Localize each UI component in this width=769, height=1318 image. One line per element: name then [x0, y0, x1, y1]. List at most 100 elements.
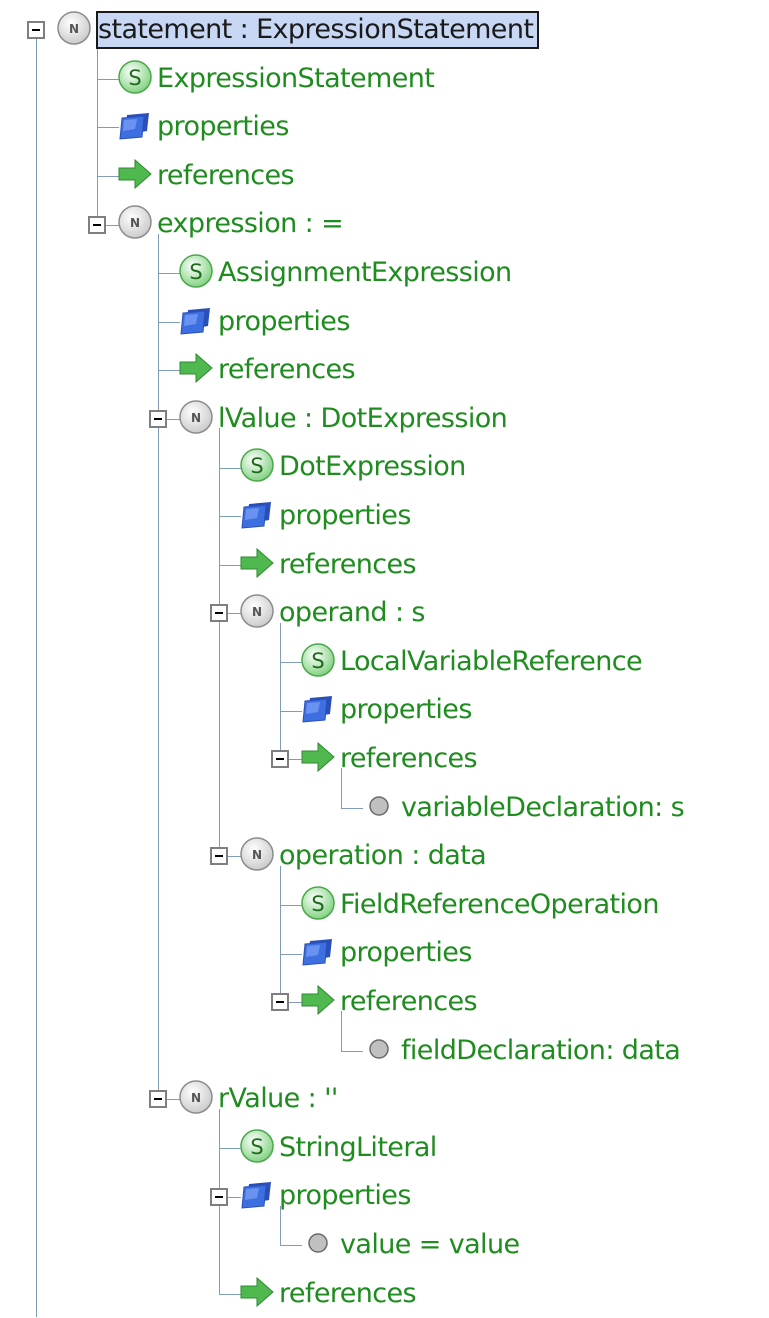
tree-row[interactable]: properties	[0, 298, 769, 346]
tree-row[interactable]: S FieldReferenceOperation	[0, 881, 769, 929]
tree-horizontal-connector	[280, 710, 302, 712]
tree-row[interactable]: references	[0, 541, 769, 589]
tree-label[interactable]: properties	[340, 935, 472, 971]
concept-icon: S	[300, 642, 336, 682]
tree-label[interactable]: properties	[279, 498, 411, 534]
concept-icon: S	[300, 885, 336, 925]
tree-label[interactable]: references	[157, 158, 295, 194]
tree-horizontal-connector	[219, 1293, 241, 1295]
tree-row[interactable]: variableDeclaration: s	[0, 784, 769, 832]
tree-row[interactable]: S ExpressionStatement	[0, 55, 769, 103]
tree-row[interactable]: S AssignmentExpression	[0, 249, 769, 297]
tree-row[interactable]: NlValue : DotExpression	[0, 395, 769, 443]
tree-label[interactable]: StringLiteral	[279, 1130, 437, 1166]
tree-horizontal-connector	[280, 905, 302, 907]
tree-row[interactable]: value = value	[0, 1221, 769, 1269]
tree-row[interactable]: properties	[0, 929, 769, 977]
tree-label[interactable]: lValue : DotExpression	[218, 401, 508, 437]
tree-row[interactable]: references	[0, 978, 769, 1026]
collapse-toggle[interactable]	[271, 993, 289, 1012]
tree-label[interactable]: AssignmentExpression	[218, 255, 512, 291]
tree-row[interactable]: Nstatement : ExpressionStatement	[0, 6, 769, 54]
tree-label[interactable]: references	[279, 1276, 417, 1312]
tree-label[interactable]: expression : =	[157, 206, 344, 242]
collapse-toggle[interactable]	[210, 847, 228, 866]
tree-label[interactable]: variableDeclaration: s	[401, 790, 685, 826]
tree-row[interactable]: references	[0, 346, 769, 394]
references-arrow-icon	[178, 350, 214, 390]
svg-text:N: N	[252, 605, 262, 619]
references-arrow-icon	[300, 982, 336, 1022]
tree-label[interactable]: properties	[218, 304, 350, 340]
tree-label[interactable]: rValue : ''	[218, 1081, 338, 1117]
tree-horizontal-connector	[97, 127, 119, 129]
tree-row[interactable]: S StringLiteral	[0, 1124, 769, 1172]
tree-label[interactable]: fieldDeclaration: data	[401, 1033, 681, 1069]
tree-row[interactable]: Noperation : data	[0, 832, 769, 880]
tree-row[interactable]: properties	[0, 103, 769, 151]
tree-horizontal-connector	[158, 370, 180, 372]
tree-label[interactable]: FieldReferenceOperation	[340, 887, 659, 923]
svg-text:N: N	[252, 848, 262, 862]
collapse-toggle[interactable]	[88, 215, 106, 234]
tree-view[interactable]: Nstatement : ExpressionStatement S Express…	[0, 0, 769, 1317]
tree-label[interactable]: DotExpression	[279, 449, 466, 485]
tree-horizontal-connector	[280, 1245, 302, 1247]
tree-label[interactable]: operation : data	[279, 838, 487, 874]
collapse-toggle[interactable]	[210, 1187, 228, 1206]
tree-row[interactable]: NrValue : ''	[0, 1075, 769, 1123]
tree-horizontal-connector	[280, 662, 302, 664]
tree-horizontal-connector	[219, 1148, 241, 1150]
tree-row[interactable]: properties	[0, 492, 769, 540]
tree-row[interactable]: references	[0, 735, 769, 783]
properties-icon	[300, 690, 336, 730]
tree-row[interactable]: Nexpression : =	[0, 200, 769, 248]
selected-tree-label[interactable]: statement : ExpressionStatement	[96, 11, 540, 49]
tree-label[interactable]: properties	[340, 692, 472, 728]
tree-horizontal-connector	[219, 467, 241, 469]
tree-row[interactable]: S DotExpression	[0, 443, 769, 491]
collapse-toggle[interactable]	[271, 750, 289, 769]
properties-icon	[239, 496, 275, 536]
svg-text:S: S	[311, 649, 324, 673]
references-arrow-icon	[300, 739, 336, 779]
bullet-icon	[361, 1031, 397, 1071]
concept-icon: S	[239, 447, 275, 487]
tree-horizontal-connector	[158, 321, 180, 323]
references-arrow-icon	[117, 156, 153, 196]
tree-horizontal-connector	[158, 273, 180, 275]
node-icon: N	[178, 1079, 214, 1119]
node-icon: N	[117, 204, 153, 244]
svg-text:S: S	[128, 66, 141, 90]
collapse-toggle[interactable]	[27, 21, 45, 40]
tree-row[interactable]: references	[0, 152, 769, 200]
tree-label[interactable]: properties	[279, 1178, 411, 1214]
tree-row[interactable]: properties	[0, 686, 769, 734]
tree-label[interactable]: operand : s	[279, 595, 426, 631]
svg-text:N: N	[191, 1091, 201, 1105]
tree-label[interactable]: properties	[157, 109, 289, 145]
collapse-toggle[interactable]	[210, 604, 228, 623]
concept-icon: S	[117, 59, 153, 99]
tree-label[interactable]: ExpressionStatement	[157, 61, 435, 97]
tree-label[interactable]: references	[340, 984, 478, 1020]
tree-row[interactable]: properties	[0, 1172, 769, 1220]
tree-label[interactable]: references	[279, 547, 417, 583]
collapse-toggle[interactable]	[149, 410, 167, 429]
tree-label[interactable]: LocalVariableReference	[340, 644, 643, 680]
tree-label[interactable]: references	[218, 352, 356, 388]
tree-row[interactable]: fieldDeclaration: data	[0, 1027, 769, 1075]
svg-text:S: S	[250, 1135, 263, 1159]
tree-horizontal-connector	[97, 176, 119, 178]
tree-label[interactable]: references	[340, 741, 478, 777]
tree-row[interactable]: Noperand : s	[0, 589, 769, 637]
tree-horizontal-connector	[219, 516, 241, 518]
properties-icon	[117, 107, 153, 147]
references-arrow-icon	[239, 1274, 275, 1314]
tree-row[interactable]: references	[0, 1270, 769, 1318]
tree-horizontal-connector	[280, 953, 302, 955]
tree-row[interactable]: S LocalVariableReference	[0, 638, 769, 686]
collapse-toggle[interactable]	[149, 1090, 167, 1109]
tree-label[interactable]: value = value	[340, 1227, 520, 1263]
svg-text:N: N	[69, 22, 79, 36]
